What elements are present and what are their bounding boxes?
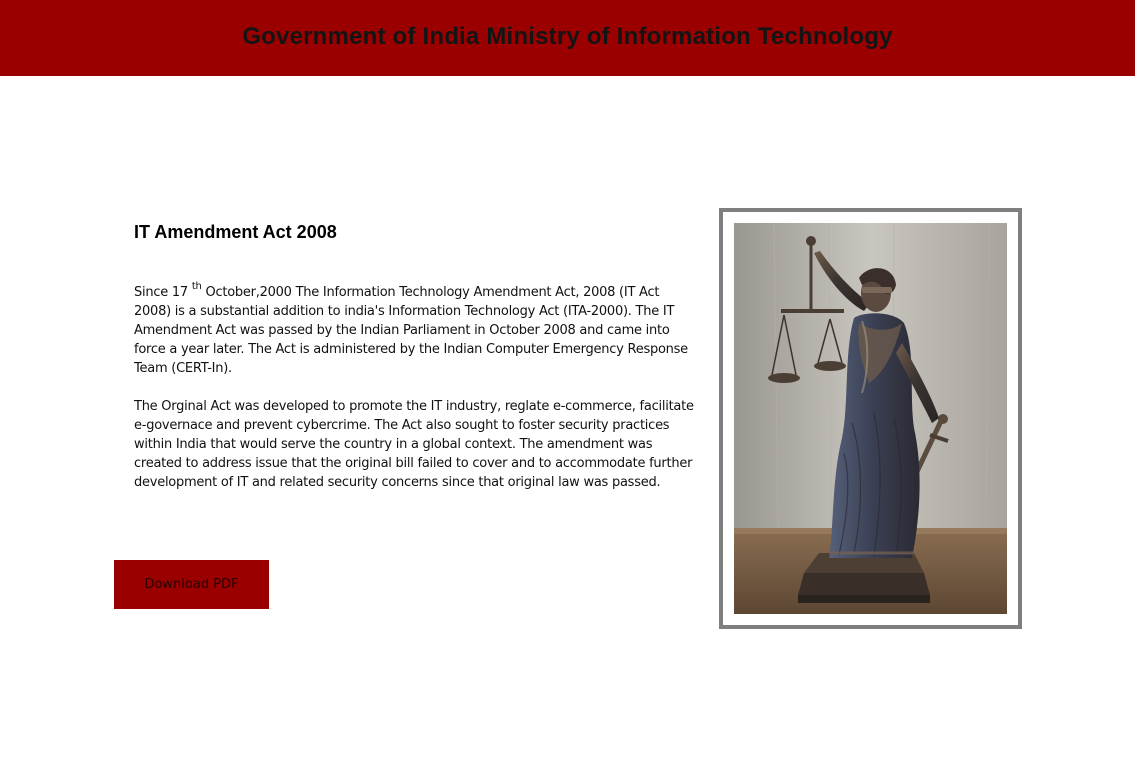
article-title: IT Amendment Act 2008 [134, 222, 337, 242]
lady-justice-image [734, 223, 1007, 614]
article-paragraph-2: The Orginal Act was developed to promote… [134, 399, 694, 490]
ordinal-suffix: th [191, 280, 202, 292]
article-body: Since 17 th October,2000 The Information… [134, 280, 696, 511]
site-title: Government of India Ministry of Informat… [242, 23, 893, 50]
site-header: Government of India Ministry of Informat… [0, 0, 1135, 76]
paragraph-1-rest: October,2000 The Information Technology … [134, 285, 688, 376]
paragraph-1-start: Since 17 [134, 285, 192, 300]
image-frame [719, 208, 1022, 629]
article-paragraph-1: Since 17 th October,2000 The Information… [134, 280, 696, 378]
download-pdf-button[interactable]: Download PDF [114, 560, 269, 609]
